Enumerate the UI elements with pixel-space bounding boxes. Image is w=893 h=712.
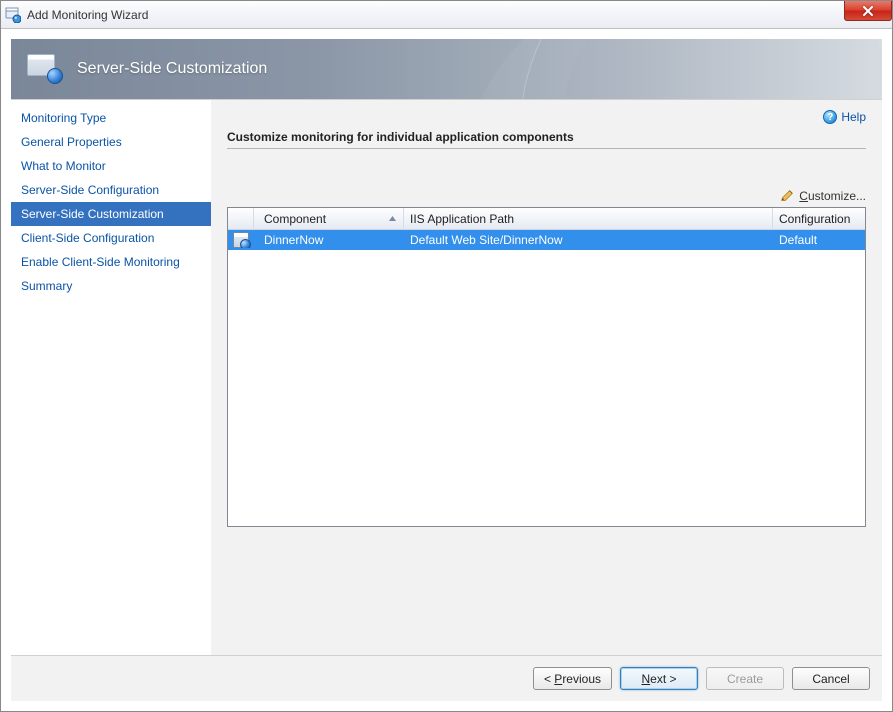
component-icon [233,232,249,248]
cell-path: Default Web Site/DinnerNow [404,233,773,247]
app-icon [5,7,21,23]
cancel-button[interactable]: Cancel [792,667,870,690]
window-title: Add Monitoring Wizard [27,8,148,22]
titlebar: Add Monitoring Wizard [1,1,892,29]
step-enable-client-side-monitoring[interactable]: Enable Client-Side Monitoring [11,250,211,274]
step-monitoring-type[interactable]: Monitoring Type [11,106,211,130]
step-general-properties[interactable]: General Properties [11,130,211,154]
next-button[interactable]: Next > [620,667,698,690]
sort-asc-icon [388,212,397,226]
grid-row[interactable]: DinnerNow Default Web Site/DinnerNow Def… [228,230,865,250]
help-label: Help [841,110,866,124]
create-button: Create [706,667,784,690]
pencil-icon [780,189,794,203]
step-client-side-configuration[interactable]: Client-Side Configuration [11,226,211,250]
grid-body: DinnerNow Default Web Site/DinnerNow Def… [228,230,865,526]
banner-icon [27,54,63,84]
customize-button[interactable]: Customize... [780,189,866,203]
step-what-to-monitor[interactable]: What to Monitor [11,154,211,178]
customize-label: Customize... [799,189,866,203]
help-link[interactable]: ? Help [823,110,866,124]
close-button[interactable] [844,1,892,21]
components-grid: Component IIS Application Path Configura… [227,207,866,527]
wizard-footer: < Previous Next > Create Cancel [11,655,882,701]
grid-header: Component IIS Application Path Configura… [228,208,865,230]
previous-button[interactable]: < Previous [533,667,612,690]
banner-title: Server-Side Customization [77,60,267,78]
wizard-steps: Monitoring Type General Properties What … [11,100,211,655]
col-iis-path[interactable]: IIS Application Path [404,208,773,229]
help-icon: ? [823,110,837,124]
section-title: Customize monitoring for individual appl… [227,130,866,149]
step-server-side-configuration[interactable]: Server-Side Configuration [11,178,211,202]
content-pane: ? Help Customize monitoring for individu… [211,100,882,655]
col-component[interactable]: Component [254,208,404,229]
row-icon-cell [228,232,254,248]
cell-component: DinnerNow [254,233,404,247]
step-summary[interactable]: Summary [11,274,211,298]
wizard-banner: Server-Side Customization [11,39,882,99]
step-server-side-customization[interactable]: Server-Side Customization [11,202,211,226]
col-icon[interactable] [228,208,254,229]
cell-configuration: Default [773,233,865,247]
col-configuration[interactable]: Configuration [773,208,865,229]
